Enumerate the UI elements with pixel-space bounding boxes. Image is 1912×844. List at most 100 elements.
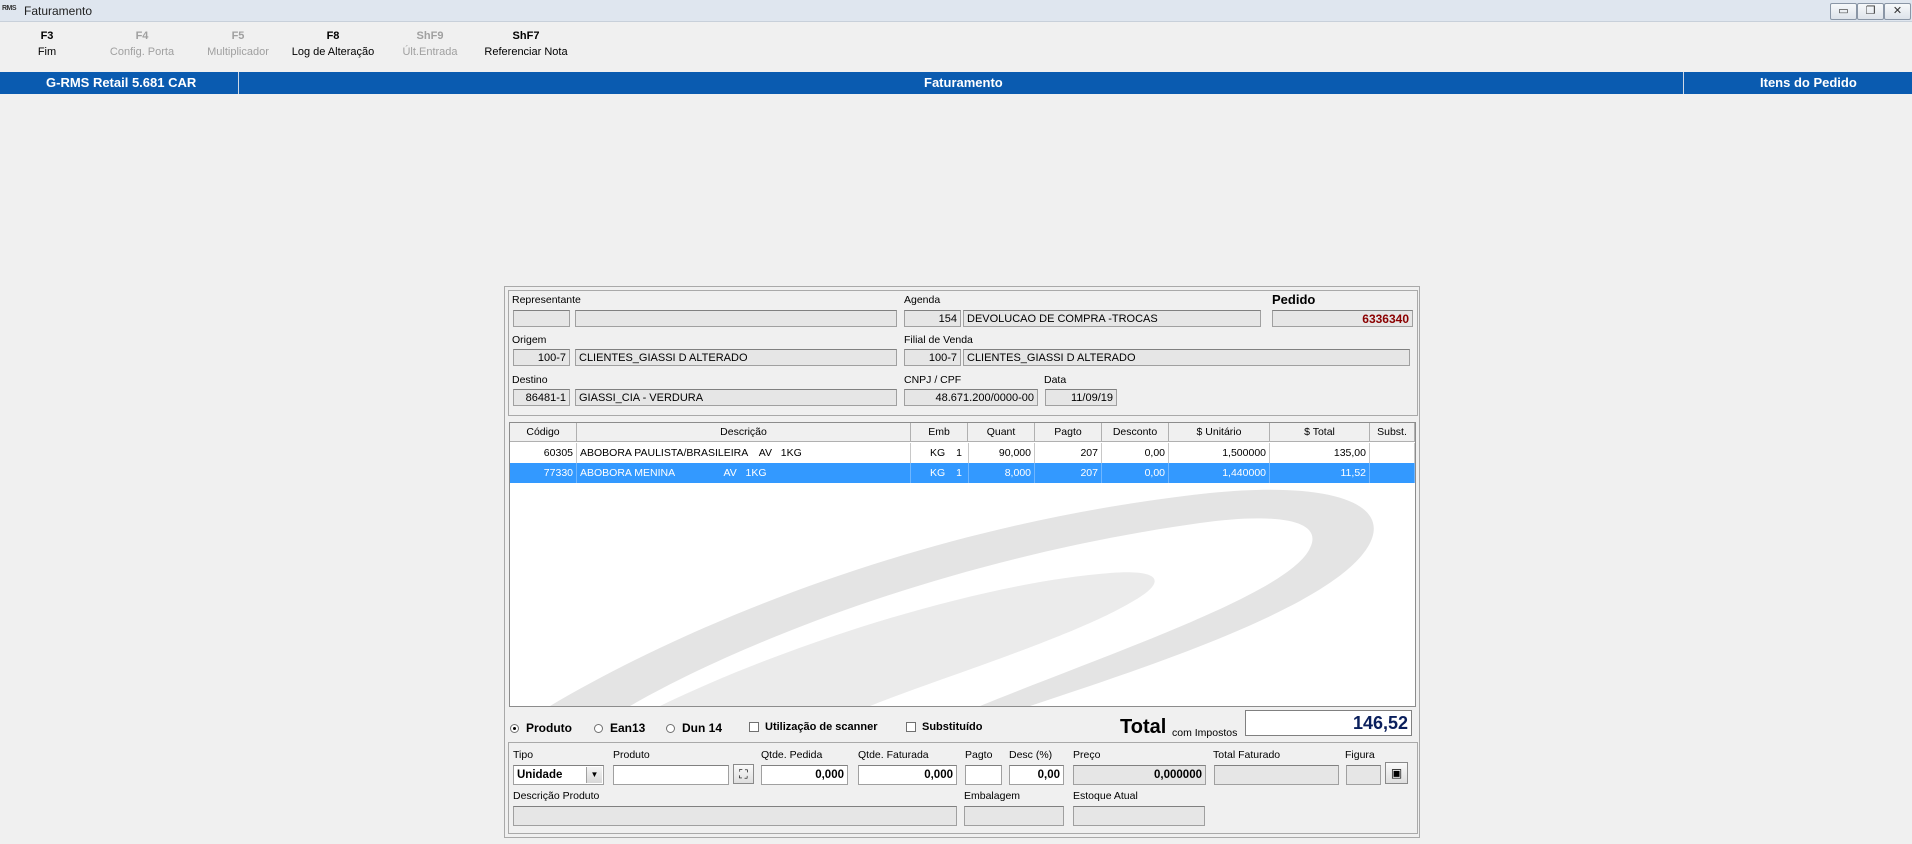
scanner-checkbox[interactable] xyxy=(749,722,759,732)
column-header-unitario[interactable]: $ Unitário xyxy=(1169,423,1270,442)
destino-code-field[interactable]: 86481-1 xyxy=(513,389,570,406)
column-header-descricao[interactable]: Descrição xyxy=(577,423,911,442)
tipo-select[interactable]: Unidade ▼ xyxy=(513,765,604,785)
total-faturado-field xyxy=(1214,765,1339,785)
toolbar-log-alteracao-button[interactable]: F8 Log de Alteração xyxy=(285,30,381,58)
app-version-label: G-RMS Retail 5.681 CAR xyxy=(46,75,197,90)
cell-unitario: 1,440000 xyxy=(1169,463,1270,483)
agenda-code-field[interactable]: 154 xyxy=(904,310,961,327)
toolbar-multiplicador-button[interactable]: F5 Multiplicador xyxy=(197,30,279,58)
filial-name-field[interactable]: CLIENTES_GIASSI D ALTERADO xyxy=(963,349,1410,366)
qtde-faturada-input[interactable]: 0,000 xyxy=(858,765,957,785)
total-suffix-label: com Impostos xyxy=(1172,727,1238,739)
cnpj-field[interactable]: 48.671.200/0000-00 xyxy=(904,389,1038,406)
date-field[interactable]: 11/09/19 xyxy=(1045,389,1117,406)
toolbar-label: Últ.Entrada xyxy=(402,46,458,58)
cell-emb: KG xyxy=(930,467,946,479)
screen-title: Faturamento xyxy=(924,75,1003,90)
agenda-desc-field[interactable]: DEVOLUCAO DE COMPRA -TROCAS xyxy=(963,310,1261,327)
dun14-radio[interactable] xyxy=(666,724,675,733)
figura-label: Figura xyxy=(1345,749,1375,761)
column-header-emb[interactable]: Emb xyxy=(911,423,968,442)
column-header-desconto[interactable]: Desconto xyxy=(1102,423,1169,442)
representante-label: Representante xyxy=(512,294,581,306)
restore-button[interactable]: ❐ xyxy=(1857,3,1884,20)
pagto-label: Pagto xyxy=(965,749,993,761)
data-label: Data xyxy=(1044,374,1067,386)
toolbar-config-porta-button[interactable]: F4 Config. Porta xyxy=(100,30,184,58)
desc-label: Desc (%) xyxy=(1009,749,1053,761)
ean13-radio-label: Ean13 xyxy=(610,721,646,735)
chevron-down-icon[interactable]: ▼ xyxy=(586,767,602,783)
total-value-field: 146,52 xyxy=(1245,710,1412,736)
divider xyxy=(1683,72,1684,94)
cell-subst xyxy=(1370,463,1415,483)
toolbar-label: Referenciar Nota xyxy=(484,46,568,58)
tipo-label: Tipo xyxy=(513,749,534,761)
column-header-total[interactable]: $ Total xyxy=(1270,423,1370,442)
toolbar-label: Multiplicador xyxy=(207,46,269,58)
window-title: Faturamento xyxy=(24,4,93,18)
agenda-label: Agenda xyxy=(904,294,941,306)
app-logo-icon: RMS xyxy=(2,5,17,12)
cell-desconto: 0,00 xyxy=(1102,463,1169,483)
representante-code-field[interactable] xyxy=(513,310,570,327)
filial-code-field[interactable]: 100-7 xyxy=(904,349,961,366)
pedido-number-field[interactable]: 6336340 xyxy=(1272,310,1413,327)
ean13-radio[interactable] xyxy=(594,724,603,733)
toolbar-referenciar-nota-button[interactable]: ShF7 Referenciar Nota xyxy=(478,30,574,58)
substituido-checkbox[interactable] xyxy=(906,722,916,732)
toolbar-key: ShF7 xyxy=(512,30,540,42)
toolbar-ult-entrada-button[interactable]: ShF9 Últ.Entrada xyxy=(394,30,466,58)
toolbar-label: Config. Porta xyxy=(109,46,175,58)
destino-name-field[interactable]: GIASSI_CIA - VERDURA xyxy=(575,389,897,406)
desc-input[interactable]: 0,00 xyxy=(1009,765,1064,785)
save-disk-icon[interactable]: ▣ xyxy=(1385,762,1408,784)
close-button[interactable]: ✕ xyxy=(1884,3,1911,20)
pagto-input[interactable] xyxy=(965,765,1002,785)
cell-quant: 90,000 xyxy=(968,443,1035,463)
column-header-pagto[interactable]: Pagto xyxy=(1035,423,1102,442)
descricao-produto-label: Descrição Produto xyxy=(513,790,600,802)
produto-input[interactable] xyxy=(613,765,729,785)
column-header-subst[interactable]: Subst. xyxy=(1370,423,1415,442)
minimize-button[interactable]: ▭ xyxy=(1830,3,1857,20)
representante-name-field[interactable] xyxy=(575,310,897,327)
cell-codigo: 77330 xyxy=(510,463,577,483)
total-faturado-label: Total Faturado xyxy=(1213,749,1281,761)
toolbar-key: F3 xyxy=(40,30,54,42)
estoque-atual-label: Estoque Atual xyxy=(1073,790,1138,802)
embalagem-field xyxy=(964,806,1064,826)
column-header-quant[interactable]: Quant xyxy=(968,423,1035,442)
qtde-pedida-input[interactable]: 0,000 xyxy=(761,765,848,785)
origem-name-field[interactable]: CLIENTES_GIASSI D ALTERADO xyxy=(575,349,897,366)
table-row-selected[interactable]: 77330 ABOBORA MENINA AV 1KG 1 KG 8,000 2… xyxy=(510,463,1415,483)
table-row[interactable]: 60305 ABOBORA PAULISTA/BRASILEIRA AV 1KG… xyxy=(510,443,1415,463)
cell-pagto: 207 xyxy=(1035,463,1102,483)
cnpj-label: CNPJ / CPF xyxy=(904,374,962,386)
column-header-codigo[interactable]: Código xyxy=(510,423,577,442)
produto-radio[interactable] xyxy=(510,724,519,733)
produto-radio-label: Produto xyxy=(526,721,572,735)
toolbar-key: F4 xyxy=(135,30,149,42)
preco-field: 0,000000 xyxy=(1073,765,1206,785)
divider xyxy=(238,72,239,94)
binoculars-search-icon[interactable]: ⛶ xyxy=(733,764,754,784)
total-label: Total xyxy=(1120,716,1167,738)
toolbar-label: Fim xyxy=(37,46,57,58)
origem-code-field[interactable]: 100-7 xyxy=(513,349,570,366)
items-grid[interactable]: Código Descrição Emb Quant Pagto Descont… xyxy=(509,422,1416,707)
estoque-atual-field xyxy=(1073,806,1205,826)
destino-label: Destino xyxy=(512,374,548,386)
filial-venda-label: Filial de Venda xyxy=(904,334,973,346)
cell-unitario: 1,500000 xyxy=(1169,443,1270,463)
produto-label: Produto xyxy=(613,749,650,761)
cell-quant: 8,000 xyxy=(968,463,1035,483)
pedido-label: Pedido xyxy=(1272,292,1316,307)
origem-label: Origem xyxy=(512,334,547,346)
toolbar-fim-button[interactable]: F3 Fim xyxy=(22,30,72,58)
figura-field xyxy=(1346,765,1381,785)
cell-descricao: ABOBORA MENINA AV 1KG xyxy=(577,463,911,483)
watermark-logo-icon xyxy=(550,489,1374,706)
substituido-checkbox-label: Substituído xyxy=(922,721,983,733)
